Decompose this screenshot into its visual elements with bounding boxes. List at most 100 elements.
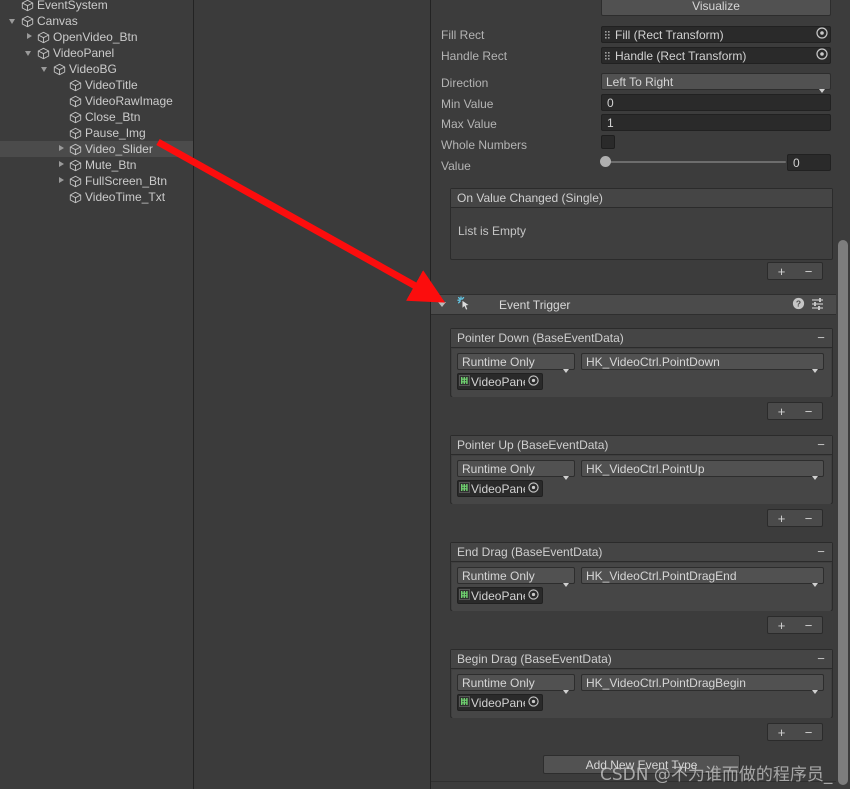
runtime-mode-value: Runtime Only [462,568,535,583]
event-entry-add-remove-pointer-down[interactable]: + − [767,402,823,420]
event-entry-title: Begin Drag (BaseEventData) [457,652,612,666]
value-input[interactable]: 0 [787,154,831,171]
event-function-dropdown[interactable]: HK_VideoCtrl.PointDragEnd [581,567,824,587]
hierarchy-item-pause-img[interactable]: Pause_Img [0,125,193,141]
collapse-arrow-icon[interactable] [39,61,52,77]
hierarchy-item-eventsystem[interactable]: EventSystem [0,0,193,13]
on-value-changed-remove-button[interactable]: − [795,263,822,279]
hierarchy-item-video-slider[interactable]: Video_Slider [0,141,193,157]
remove-listener-button[interactable]: − [795,724,822,740]
on-value-changed-add-button[interactable]: + [768,263,795,279]
max-value-label: Max Value [441,117,497,131]
min-value-input[interactable]: 0 [601,94,831,111]
event-trigger-component-header[interactable]: Event Trigger ? [431,294,850,315]
object-picker-icon[interactable] [525,588,542,603]
expand-arrow-icon[interactable] [23,29,36,45]
object-picker-icon[interactable] [525,695,542,710]
runtime-mode-dropdown[interactable]: Runtime Only [457,353,575,373]
hierarchy-item-openvideo-btn[interactable]: OpenVideo_Btn [0,29,193,45]
hierarchy-item-videopanel[interactable]: VideoPanel [0,45,193,61]
collapse-arrow-icon[interactable] [23,45,36,61]
hierarchy-item-fullscreen-btn[interactable]: FullScreen_Btn [0,173,193,189]
add-listener-button[interactable]: + [768,510,795,526]
gameobject-icon [68,141,83,157]
event-function-dropdown[interactable]: HK_VideoCtrl.PointDragBegin [581,674,824,694]
object-picker-icon[interactable] [525,481,542,496]
handle-rect-object-field[interactable]: Handle (Rect Transform) [601,47,831,64]
runtime-mode-dropdown[interactable]: Runtime Only [457,567,575,587]
event-entry-add-remove-pointer-up[interactable]: + − [767,509,823,527]
gameobject-icon [36,29,51,45]
whole-numbers-checkbox[interactable] [601,135,615,149]
hierarchy-item-videorawimage[interactable]: VideoRawImage [0,93,193,109]
hierarchy-item-videobg[interactable]: VideoBG [0,61,193,77]
event-target-object-field[interactable]: VideoPanel (H [457,373,543,390]
event-entry-pointer-down: Pointer Down (BaseEventData) − Runtime Onl… [450,328,833,397]
remove-listener-button[interactable]: − [795,403,822,419]
collapse-arrow-icon[interactable] [7,13,20,29]
remove-event-entry-button[interactable]: − [810,543,832,561]
runtime-mode-value: Runtime Only [462,675,535,690]
event-function-dropdown[interactable]: HK_VideoCtrl.PointDown [581,353,824,373]
min-value-label: Min Value [441,97,494,111]
remove-event-entry-button[interactable]: − [810,436,832,454]
whole-numbers-label: Whole Numbers [441,138,528,152]
add-listener-button[interactable]: + [768,724,795,740]
preset-icon[interactable] [808,297,828,313]
hierarchy-item-canvas[interactable]: Canvas [0,13,193,29]
value-slider-track[interactable] [606,161,786,163]
event-entry-add-remove-begin-drag[interactable]: + − [767,723,823,741]
remove-listener-button[interactable]: − [795,510,822,526]
remove-event-entry-button[interactable]: − [810,329,832,347]
hierarchy-panel[interactable]: EventSystem Canvas OpenVideo_Btn VideoPanel… [0,0,193,789]
event-entry-begin-drag: Begin Drag (BaseEventData) − Runtime Only H… [450,649,833,718]
event-function-value: HK_VideoCtrl.PointDragBegin [586,675,746,690]
hierarchy-item-label: OpenVideo_Btn [53,30,138,44]
middle-empty-panel [193,0,431,789]
event-target-object-field[interactable]: VideoPanel (H [457,480,543,497]
value-slider-knob[interactable] [600,156,611,167]
event-entry-add-remove-end-drag[interactable]: + − [767,616,823,634]
object-picker-icon[interactable] [813,27,830,42]
script-icon [458,588,471,603]
fill-rect-object-field[interactable]: Fill (Rect Transform) [601,26,831,43]
object-picker-icon[interactable] [813,48,830,63]
max-value-row: Max Value [441,115,591,133]
help-icon[interactable]: ? [788,297,808,313]
expand-arrow-icon[interactable] [55,173,68,189]
hierarchy-item-label: VideoTitle [85,78,138,92]
runtime-mode-dropdown[interactable]: Runtime Only [457,674,575,694]
event-target-object-field[interactable]: VideoPanel (H [457,694,543,711]
expand-arrow-icon[interactable] [55,141,68,157]
visualize-button[interactable]: Visualize [601,0,831,16]
on-value-changed-add-remove[interactable]: + − [767,262,823,280]
expand-arrow-icon[interactable] [55,157,68,173]
handle-rect-row: Handle Rect [441,47,591,65]
direction-dropdown[interactable]: Left To Right [601,73,831,93]
hierarchy-item-mute-btn[interactable]: Mute_Btn [0,157,193,173]
component-foldout-icon[interactable] [431,298,453,312]
hierarchy-item-label: VideoRawImage [85,94,173,108]
add-listener-button[interactable]: + [768,617,795,633]
event-entry-header: End Drag (BaseEventData) − [451,543,832,562]
event-entry-header: Begin Drag (BaseEventData) − [451,650,832,669]
event-entry-header: Pointer Up (BaseEventData) − [451,436,832,455]
hierarchy-item-close-btn[interactable]: Close_Btn [0,109,193,125]
hierarchy-item-videotime-txt[interactable]: VideoTime_Txt [0,189,193,205]
event-target-object-field[interactable]: VideoPanel (H [457,587,543,604]
hierarchy-item-videotitle[interactable]: VideoTitle [0,77,193,93]
value-row: Value [441,157,591,175]
event-function-dropdown[interactable]: HK_VideoCtrl.PointUp [581,460,824,480]
script-icon [458,481,471,496]
inspector-scrollbar-thumb[interactable] [838,240,848,785]
max-value-input[interactable]: 1 [601,114,831,131]
object-picker-icon[interactable] [525,374,542,389]
runtime-mode-dropdown[interactable]: Runtime Only [457,460,575,480]
direction-row: Direction [441,74,591,92]
add-listener-button[interactable]: + [768,403,795,419]
remove-event-entry-button[interactable]: − [810,650,832,668]
remove-listener-button[interactable]: − [795,617,822,633]
hierarchy-item-label: VideoPanel [53,46,115,60]
